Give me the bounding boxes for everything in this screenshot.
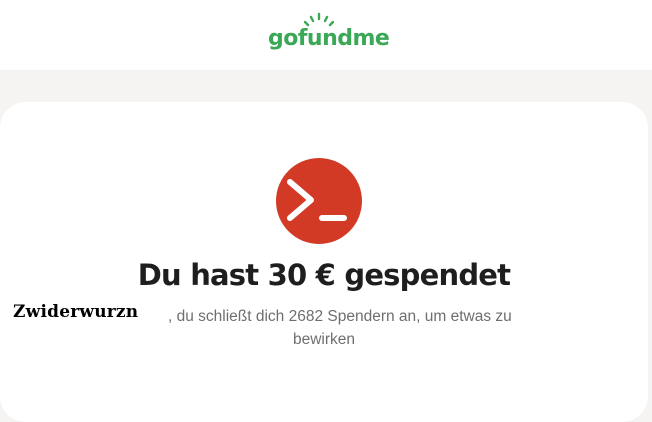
donation-message-line2: bewirken bbox=[292, 331, 356, 348]
top-bar: gofundme bbox=[0, 0, 652, 70]
donation-headline: Du hast 30 € gespendet bbox=[137, 258, 511, 292]
donation-message-line1: , du schließt dich 2682 Spendern an, um … bbox=[168, 308, 512, 325]
logo-text: gofundme bbox=[268, 26, 390, 51]
donor-name: Zwiderwurzn bbox=[13, 302, 139, 322]
terminal-prompt-icon bbox=[276, 158, 362, 244]
logo-sun-icon bbox=[304, 12, 334, 27]
gofundme-logo[interactable]: gofundme bbox=[268, 12, 390, 51]
